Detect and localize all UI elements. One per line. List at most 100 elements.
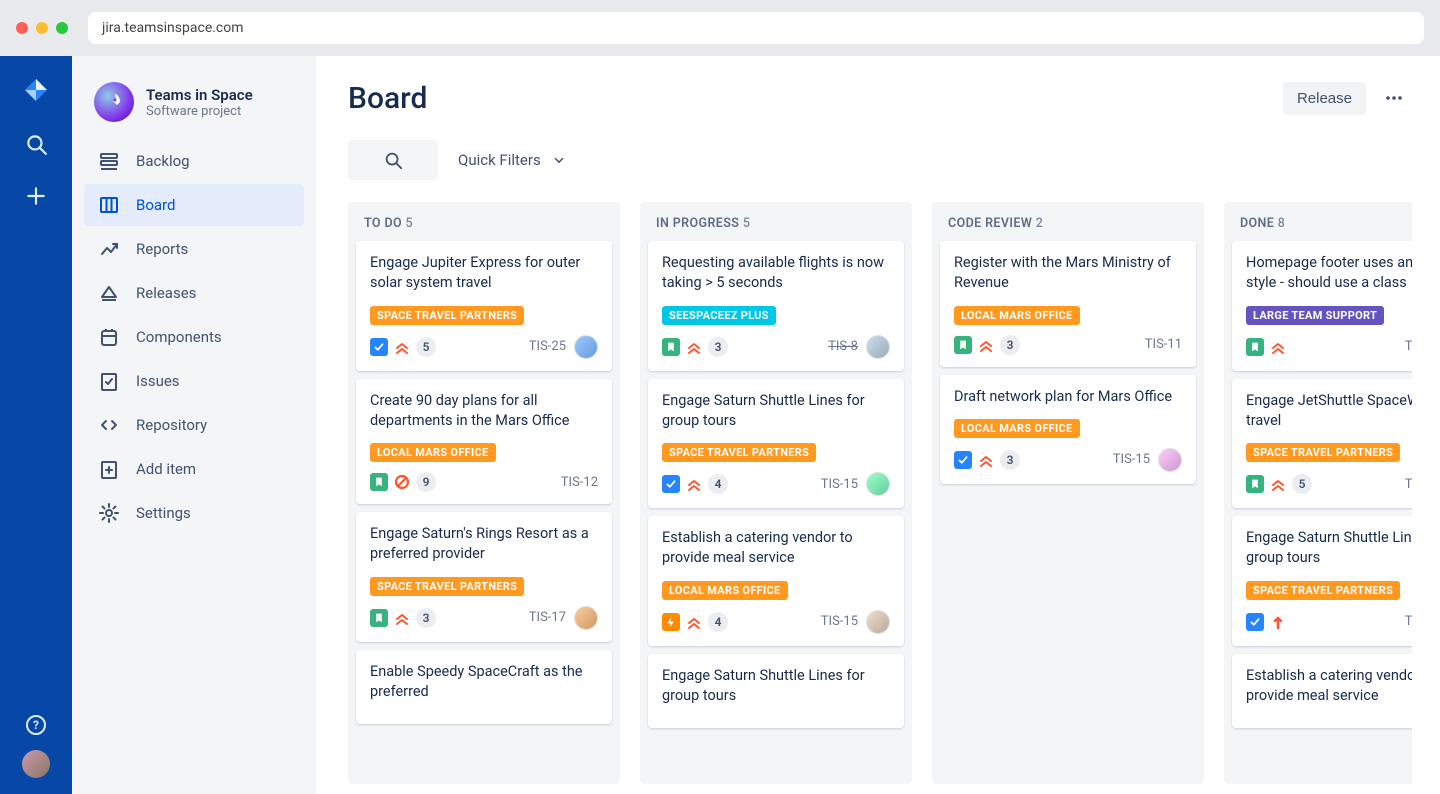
story-points: 9 [416,472,436,492]
issue-card[interactable]: Engage JetShuttle SpaceWays for travelSP… [1232,379,1412,509]
close-window-icon[interactable] [16,22,28,34]
card-title: Enable Speedy SpaceCraft as the preferre… [370,662,598,703]
priority-icon [686,339,702,355]
sidebar-item-releases[interactable]: Releases [84,272,304,314]
assignee-avatar[interactable] [866,472,890,496]
page-title: Board [348,81,427,116]
column-header: CODE REVIEW 2 [940,212,1196,241]
sidebar-item-settings[interactable]: Settings [84,492,304,534]
browser-chrome: jira.teamsinspace.com [0,0,1440,56]
priority-icon [978,452,994,468]
card-title: Engage JetShuttle SpaceWays for travel [1246,391,1412,432]
assignee-avatar[interactable] [1158,448,1182,472]
assignee-avatar[interactable] [866,610,890,634]
global-create-icon[interactable] [24,184,48,208]
issue-key: TIS-11 [1145,337,1182,352]
help-icon[interactable] [25,714,47,736]
current-user-avatar[interactable] [22,750,50,778]
card-title: Engage Jupiter Express for outer solar s… [370,253,598,294]
sidebar-item-reports[interactable]: Reports [84,228,304,270]
card-tag: SPACE TRAVEL PARTNERS [662,443,816,462]
issue-key: TIS-15 [821,477,858,492]
story-points: 3 [1000,450,1020,470]
quick-filters-dropdown[interactable]: Quick Filters [458,151,567,169]
issue-card[interactable]: Establish a catering vendor to provide m… [1232,654,1412,729]
issue-type-icon [662,338,680,356]
card-tag: SEESPACEEZ PLUS [662,306,776,325]
priority-icon [394,474,410,490]
priority-icon [978,337,994,353]
story-points: 3 [416,608,436,628]
sidebar-item-label: Reports [136,240,188,258]
card-tag: SPACE TRAVEL PARTNERS [1246,581,1400,600]
issue-card[interactable]: Establish a catering vendor to provide m… [648,516,904,646]
issue-type-icon [370,473,388,491]
sidebar-item-issues[interactable]: Issues [84,360,304,402]
issue-key: TIS-15 [821,614,858,629]
priority-icon [686,476,702,492]
issue-card[interactable]: Enable Speedy SpaceCraft as the preferre… [356,650,612,725]
priority-icon [1270,339,1286,355]
issue-card[interactable]: Draft network plan for Mars Office LOCAL … [940,375,1196,484]
url-bar[interactable]: jira.teamsinspace.com [88,12,1424,44]
issue-card[interactable]: Engage Saturn Shuttle Lines for group to… [648,379,904,509]
issue-key: TIS-68 [1405,339,1412,354]
issue-key: TIS-8 [828,339,858,354]
sidebar-item-label: Add item [136,460,196,478]
global-nav-rail [0,56,72,794]
column-header: DONE 8 [1232,212,1412,241]
sidebar-item-label: Components [136,328,222,346]
card-tag: LOCAL MARS OFFICE [954,419,1080,438]
card-title: Draft network plan for Mars Office [954,387,1182,407]
sidebar-item-repository[interactable]: Repository [84,404,304,446]
issue-card[interactable]: Engage Saturn Shuttle Lines for group to… [1232,516,1412,646]
card-tag: LOCAL MARS OFFICE [662,581,788,600]
card-title: Register with the Mars Ministry of Reven… [954,253,1182,294]
story-points: 5 [416,337,436,357]
issue-type-icon [954,336,972,354]
assignee-avatar[interactable] [574,335,598,359]
column-to-do: TO DO 5Engage Jupiter Express for outer … [348,202,620,784]
priority-icon [686,614,702,630]
sidebar-item-add-item[interactable]: Add item [84,448,304,490]
issue-card[interactable]: Register with the Mars Ministry of Reven… [940,241,1196,367]
sidebar-item-backlog[interactable]: Backlog [84,140,304,182]
release-button[interactable]: Release [1283,82,1366,115]
sidebar-item-components[interactable]: Components [84,316,304,358]
issue-type-icon [662,475,680,493]
issue-key: TIS-12 [561,475,598,490]
settings-icon [98,502,120,524]
issue-card[interactable]: Homepage footer uses an inline style - s… [1232,241,1412,371]
board-search-input[interactable] [348,140,438,180]
jira-logo-icon[interactable] [22,76,50,104]
assignee-avatar[interactable] [866,335,890,359]
minimize-window-icon[interactable] [36,22,48,34]
story-points: 5 [1292,474,1312,494]
issue-card[interactable]: Engage Saturn Shuttle Lines for group to… [648,654,904,729]
global-search-icon[interactable] [24,132,48,156]
issue-key: TIS-15 [1113,452,1150,467]
issue-card[interactable]: Requesting available flights is now taki… [648,241,904,371]
project-name: Teams in Space [146,86,253,104]
assignee-avatar[interactable] [574,606,598,630]
sidebar-item-label: Backlog [136,152,190,170]
card-title: Engage Saturn Shuttle Lines for group to… [1246,528,1412,569]
url-text: jira.teamsinspace.com [102,20,244,36]
issue-key: TIS-25 [529,339,566,354]
issue-card[interactable]: Engage Jupiter Express for outer solar s… [356,241,612,371]
project-header[interactable]: Teams in Space Software project [84,78,304,140]
issue-card[interactable]: Create 90 day plans for all departments … [356,379,612,505]
maximize-window-icon[interactable] [56,22,68,34]
issue-key: TIS-15 [1405,614,1412,629]
card-title: Create 90 day plans for all departments … [370,391,598,432]
sidebar-item-board[interactable]: Board [84,184,304,226]
quick-filters-label: Quick Filters [458,151,541,169]
card-title: Engage Saturn Shuttle Lines for group to… [662,391,890,432]
sidebar-item-label: Board [136,196,175,214]
issue-card[interactable]: Engage Saturn's Rings Resort as a prefer… [356,512,612,642]
more-actions-button[interactable] [1376,80,1412,116]
priority-icon [394,339,410,355]
repository-icon [98,414,120,436]
priority-icon [394,610,410,626]
issue-type-icon [662,613,680,631]
